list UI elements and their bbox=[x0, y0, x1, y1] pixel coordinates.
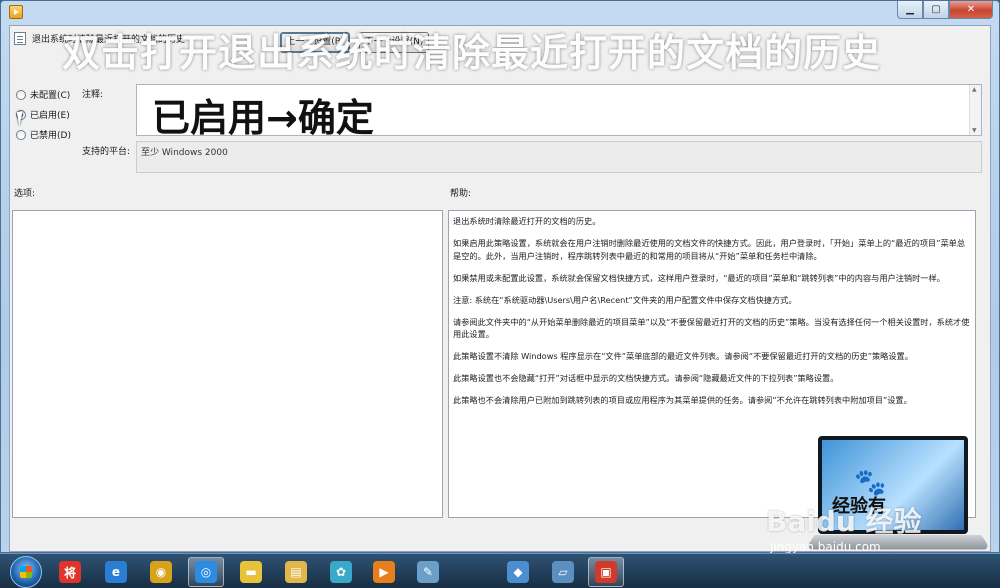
taskbar-chrome-button[interactable]: ◉ bbox=[143, 557, 179, 587]
qq-browser-icon: ◎ bbox=[195, 561, 217, 583]
minimize-button[interactable]: ▁ bbox=[897, 1, 923, 19]
help-paragraph: 如果禁用或未配置此设置，系统就会保留文档快捷方式，这样用户登录时，“最近的项目”… bbox=[453, 272, 945, 283]
start-button[interactable] bbox=[10, 556, 42, 588]
taskbar-cube-button[interactable]: ◆ bbox=[500, 557, 536, 587]
options-label: 选项: bbox=[14, 189, 36, 199]
taskbar-notes-button[interactable]: ▬ bbox=[233, 557, 269, 587]
notes-icon: ▬ bbox=[240, 561, 262, 583]
platform-label: 支持的平台: bbox=[82, 147, 131, 157]
radio-label: 未配置(C) bbox=[30, 91, 71, 101]
radio-label: 已启用(E) bbox=[30, 111, 70, 121]
help-paragraph: 退出系统时清除最近打开的文档的历史。 bbox=[453, 216, 601, 226]
taskbar: 将 e ◉ ◎ ▬ ▤ ✿ ▶ ✎ ◆ ▱ ▣ bbox=[0, 553, 1000, 588]
media-player-icon: ▶ bbox=[373, 561, 395, 583]
taskbar-window-app-button[interactable]: ▱ bbox=[545, 557, 581, 587]
maximize-button[interactable]: ▢ bbox=[923, 1, 949, 19]
cube-icon: ◆ bbox=[507, 561, 529, 583]
help-paragraph: 如果启用此策略设置，系统就会在用户注销时删除最近使用的文档文件的快捷方式。因此，… bbox=[453, 238, 966, 261]
close-button[interactable]: ✕ bbox=[949, 1, 993, 19]
jiang-app-icon: 将 bbox=[59, 561, 81, 583]
explorer-icon: ▤ bbox=[285, 561, 307, 583]
taskbar-paint-button[interactable]: ✎ bbox=[410, 557, 446, 587]
taskbar-pinwheel-button[interactable]: ✿ bbox=[323, 557, 359, 587]
baidu-watermark: Baidu 经验 bbox=[766, 505, 922, 538]
radio-circle[interactable] bbox=[16, 89, 26, 100]
help-label: 帮助: bbox=[450, 189, 472, 199]
taskbar-jiang-app-button[interactable]: 将 bbox=[52, 557, 88, 587]
mouse-cursor-icon bbox=[16, 110, 32, 126]
taskbar-explorer-button[interactable]: ▤ bbox=[278, 557, 314, 587]
options-pane bbox=[12, 210, 443, 518]
taskbar-toolbox-button[interactable]: ▣ bbox=[588, 557, 624, 587]
toolbox-icon: ▣ bbox=[595, 561, 617, 583]
help-paragraph: 此策略设置不清除 Windows 程序显示在“文件”菜单底部的最近文件列表。请参… bbox=[453, 351, 913, 361]
window-controls: ▁ ▢ ✕ bbox=[897, 1, 993, 19]
chrome-icon: ◉ bbox=[150, 561, 172, 583]
help-paragraph: 注意: 系统在“系统驱动器\Users\用户名\Recent”文件夹的用户配置文… bbox=[453, 294, 797, 305]
window-app-icon: ▱ bbox=[552, 561, 574, 583]
radio-circle[interactable] bbox=[16, 129, 26, 140]
note-label: 注释: bbox=[82, 90, 104, 100]
radio-not-configured[interactable]: 未配置(C) bbox=[16, 88, 70, 101]
help-paragraph: 请参阅此文件夹中的“从开始菜单删除最近的项目菜单”以及“不要保留最近打开的文档的… bbox=[453, 316, 970, 340]
help-paragraph: 此策略也不会清除用户已附加到跳转列表的项目或应用程序为其菜单提供的任务。请参阅“… bbox=[453, 395, 912, 405]
radio-disabled[interactable]: 已禁用(D) bbox=[16, 128, 71, 141]
ie-icon: e bbox=[105, 561, 127, 583]
taskbar-ie-button[interactable]: e bbox=[98, 557, 134, 587]
app-icon bbox=[9, 5, 23, 19]
help-paragraph: 此策略设置也不会隐藏“打开”对话框中显示的文档快捷方式。请参阅“隐藏最近文件的下… bbox=[453, 373, 839, 383]
policy-document-icon bbox=[14, 32, 26, 45]
radio-label: 已禁用(D) bbox=[30, 131, 71, 141]
watermark-url: jingyan.baidu.com bbox=[770, 540, 881, 554]
platform-value: 至少 Windows 2000 bbox=[136, 141, 982, 173]
tutorial-overlay-caption: 已启用→确定 bbox=[152, 96, 374, 140]
taskbar-qq-browser-button[interactable]: ◎ bbox=[188, 557, 224, 587]
paint-icon: ✎ bbox=[417, 561, 439, 583]
taskbar-media-player-button[interactable]: ▶ bbox=[366, 557, 402, 587]
note-scrollbar[interactable] bbox=[969, 85, 981, 135]
tutorial-overlay-title: 双击打开退出系统时清除最近打开的文档的历史 bbox=[62, 30, 882, 75]
pinwheel-icon: ✿ bbox=[330, 561, 352, 583]
